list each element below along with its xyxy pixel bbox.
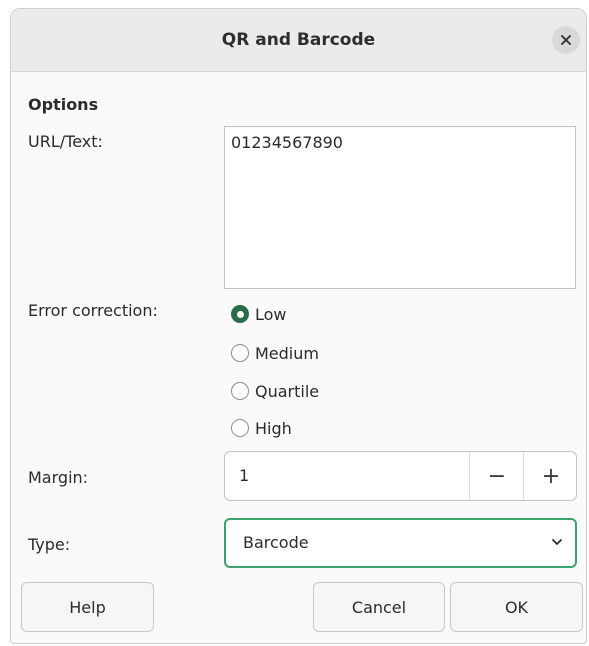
margin-value[interactable]: 1 <box>239 452 249 500</box>
chevron-down-icon <box>552 539 562 545</box>
radio-button[interactable] <box>231 382 249 400</box>
error-correction-label: Error correction: <box>28 301 158 320</box>
qr-barcode-dialog: QR and Barcode Options URL/Text: 0123456… <box>10 8 587 644</box>
decrement-button[interactable]: − <box>469 452 524 500</box>
radio-button[interactable] <box>231 344 249 362</box>
radio-label: Low <box>255 304 287 324</box>
margin-stepper[interactable]: 1 − + <box>224 451 577 501</box>
title-bar: QR and Barcode <box>11 9 586 72</box>
dialog-title: QR and Barcode <box>221 30 376 50</box>
type-value: Barcode <box>243 533 309 552</box>
margin-label: Margin: <box>28 468 89 487</box>
close-button[interactable] <box>552 26 580 54</box>
url-text-value: 01234567890 <box>231 133 343 152</box>
url-text-input[interactable]: 01234567890 <box>224 126 576 289</box>
help-button[interactable]: Help <box>21 582 154 632</box>
options-heading: Options <box>28 95 99 114</box>
ok-button[interactable]: OK <box>450 582 583 632</box>
type-dropdown[interactable]: Barcode <box>224 518 577 568</box>
radio-medium[interactable]: Medium <box>231 340 319 366</box>
url-text-label: URL/Text: <box>28 132 103 151</box>
radio-high[interactable]: High <box>231 415 292 441</box>
radio-button[interactable] <box>231 419 249 437</box>
radio-button[interactable] <box>231 305 249 323</box>
cancel-button[interactable]: Cancel <box>313 582 445 632</box>
close-icon <box>561 35 571 45</box>
radio-label: Medium <box>255 343 319 363</box>
radio-low[interactable]: Low <box>231 301 287 327</box>
type-label: Type: <box>28 535 71 554</box>
radio-label: High <box>255 418 292 438</box>
increment-button[interactable]: + <box>523 452 578 500</box>
radio-label: Quartile <box>255 381 320 401</box>
radio-quartile[interactable]: Quartile <box>231 378 319 404</box>
